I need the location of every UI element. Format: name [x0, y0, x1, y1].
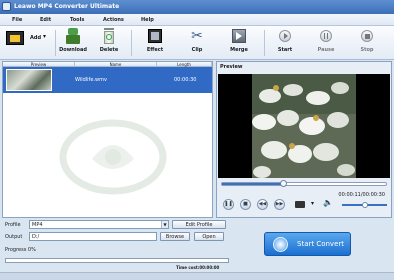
edit-profile-button[interactable]: Edit Profile [172, 220, 226, 229]
pause-icon [318, 28, 334, 44]
video-player[interactable] [218, 74, 390, 178]
download-icon [65, 28, 81, 44]
snapshot-dropdown-icon[interactable]: ▾ [311, 200, 314, 207]
profile-label: Profile [5, 222, 21, 228]
column-length[interactable]: Length [157, 62, 212, 67]
scissors-icon: ✂ [191, 28, 203, 44]
start-convert-button[interactable]: Start Convert [264, 232, 351, 256]
video-frame [252, 74, 356, 178]
start-label: Start [277, 47, 293, 53]
seek-bar[interactable] [221, 180, 387, 187]
stop-label: Stop [360, 47, 374, 53]
toolbar-separator [264, 30, 265, 56]
merge-icon [231, 28, 247, 44]
download-button[interactable]: Download [58, 28, 88, 53]
recycle-bin-icon [101, 28, 117, 44]
chevron-down-icon[interactable]: ▼ [161, 221, 168, 228]
status-bar [0, 272, 394, 280]
browse-button[interactable]: Browse [160, 232, 190, 241]
table-row[interactable]: Wildlife.wmv 00:00:30 [3, 67, 212, 93]
rewind-button[interactable]: ◀◀ [257, 199, 268, 210]
merge-button[interactable]: Merge [224, 28, 254, 53]
merge-label: Merge [230, 47, 248, 53]
title-bar: Leawo MP4 Converter Ultimate [0, 0, 394, 14]
toolbar: Add ▾ Download Delete Effect ✂ Clip Merg… [0, 26, 394, 60]
effect-label: Effect [146, 47, 164, 53]
convert-icon [273, 237, 288, 252]
menu-bar: File Edit Tools Actions Help [0, 14, 394, 26]
film-effect-icon [147, 28, 163, 44]
open-button[interactable]: Open [194, 232, 224, 241]
row-length: 00:00:30 [174, 77, 197, 83]
pause-icon: ❚❚ [224, 201, 233, 207]
volume-slider-handle[interactable] [361, 202, 368, 208]
toolbar-separator [55, 30, 56, 56]
output-label: Output [5, 234, 23, 240]
column-preview[interactable]: Preview [3, 62, 75, 67]
watermark-logo [59, 119, 167, 195]
add-dropdown-icon[interactable]: ▾ [43, 33, 46, 40]
time-cost: Time cost:00:00:00 [176, 265, 220, 270]
toolbar-separator [131, 30, 132, 56]
play-pause-button[interactable]: ❚❚ [223, 199, 234, 210]
film-add-icon [6, 31, 24, 45]
pause-label: Pause [317, 47, 335, 53]
stop-button[interactable]: ■ [240, 199, 251, 210]
play-icon [277, 28, 293, 44]
volume-slider[interactable] [342, 202, 387, 208]
stop-icon: ■ [243, 201, 248, 207]
preview-label: Preview [220, 64, 243, 70]
preview-panel: Preview 00:00:11/00:00:30 ❚❚ ■ ◀◀ ▶▶ ▾ 🔈 [216, 61, 392, 218]
start-convert-label: Start Convert [297, 240, 345, 248]
fast-forward-button[interactable]: ▶▶ [274, 199, 285, 210]
window-title: Leawo MP4 Converter Ultimate [14, 3, 120, 10]
menu-help[interactable]: Help [141, 17, 154, 23]
profile-select[interactable]: MP4 ▼ [29, 220, 169, 229]
volume-icon[interactable]: 🔈 [323, 198, 333, 207]
seek-bar-handle[interactable] [279, 180, 287, 187]
delete-button[interactable]: Delete [94, 28, 124, 53]
output-path-input[interactable]: D:/ [29, 232, 157, 241]
playback-time: 00:00:11/00:00:30 [338, 192, 385, 198]
file-list: Preview Name Length Wildlife.wmv 00:00:3… [2, 61, 213, 218]
add-label: Add [30, 35, 42, 41]
delete-label: Delete [99, 47, 119, 53]
menu-tools[interactable]: Tools [70, 17, 84, 23]
menu-file[interactable]: File [12, 17, 22, 23]
fast-forward-icon: ▶▶ [275, 201, 284, 207]
stop-button[interactable]: Stop [354, 28, 380, 53]
download-label: Download [59, 47, 87, 53]
effect-button[interactable]: Effect [140, 28, 170, 53]
row-file-name: Wildlife.wmv [75, 77, 107, 83]
menu-edit[interactable]: Edit [40, 17, 51, 23]
clip-button[interactable]: ✂ Clip [182, 28, 212, 53]
progress-bar [5, 258, 229, 263]
menu-actions[interactable]: Actions [103, 17, 124, 23]
seek-bar-fill [222, 183, 283, 185]
progress-label: Progress 0% [5, 247, 36, 253]
video-thumbnail [6, 69, 52, 91]
app-icon [2, 2, 11, 11]
settings-area: Profile MP4 ▼ Edit Profile Output D:/ Br… [0, 218, 394, 280]
profile-value: MP4 [32, 222, 43, 228]
stop-icon [359, 28, 375, 44]
rewind-icon: ◀◀ [258, 201, 267, 207]
clip-label: Clip [191, 47, 203, 53]
start-button[interactable]: Start [272, 28, 298, 53]
column-name[interactable]: Name [75, 62, 157, 67]
pause-button[interactable]: Pause [313, 28, 339, 53]
snapshot-icon[interactable] [295, 201, 305, 208]
